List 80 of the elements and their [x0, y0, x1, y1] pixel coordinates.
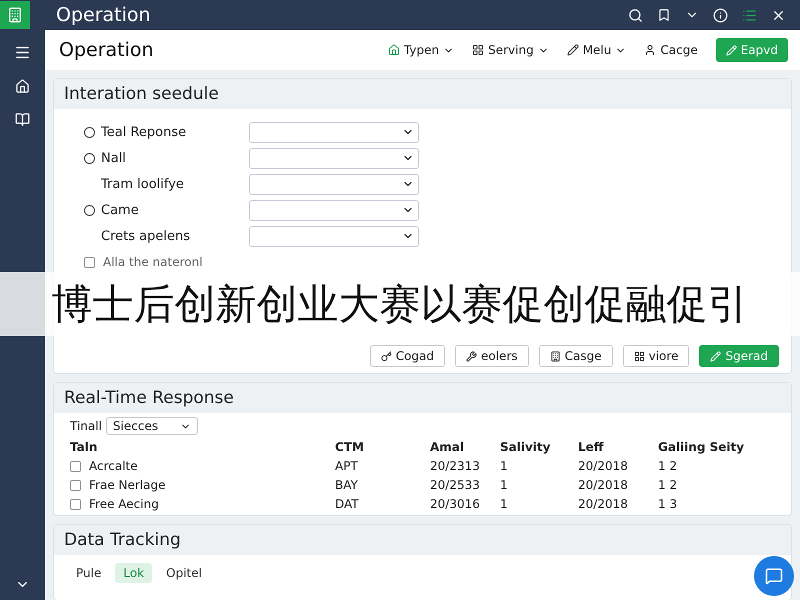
- home-icon[interactable]: [15, 79, 30, 94]
- column-header: CTM: [335, 440, 365, 454]
- toolbar-button[interactable]: Cogad: [370, 345, 445, 367]
- table-cell-text: 20/2018: [578, 497, 629, 511]
- table-cell-text: 1 2: [658, 478, 678, 492]
- table-cell-text: 20/3016: [430, 497, 481, 511]
- dropdown-field[interactable]: [249, 226, 419, 246]
- row-checkbox[interactable]: [70, 460, 81, 472]
- filter-dropdown[interactable]: Siecces: [106, 417, 198, 435]
- book-icon[interactable]: [15, 112, 30, 127]
- filter-label: Tinall: [70, 419, 102, 433]
- window-title: Operation: [56, 4, 152, 26]
- section-title: Data Tracking: [54, 525, 791, 555]
- checkbox[interactable]: [84, 256, 95, 268]
- column-header: Taln: [70, 440, 98, 454]
- table-cell-text: 1 2: [658, 459, 678, 473]
- menu-icon[interactable]: [14, 44, 31, 61]
- logo-icon: [0, 1, 30, 29]
- chat-icon: [765, 567, 783, 585]
- bookmark-icon[interactable]: [657, 8, 671, 22]
- table-cell-text: 20/2533: [430, 478, 481, 492]
- field-label: Teal Reponse: [101, 124, 186, 140]
- dropdown-field[interactable]: [249, 148, 419, 168]
- field-label: Crets apelens: [101, 228, 190, 244]
- header-link[interactable]: Cacge: [644, 43, 698, 57]
- pencil-icon: [726, 44, 737, 56]
- table-cell: Frae Nerlage: [89, 478, 166, 492]
- table-cell-text: DAT: [335, 497, 360, 511]
- table-cell-text: 1 3: [658, 497, 678, 511]
- toolbar-button[interactable]: eolers: [455, 345, 529, 367]
- dropdown-field[interactable]: [249, 200, 419, 220]
- grid-icon: [472, 44, 484, 56]
- table-cell: Acrcalte: [89, 459, 138, 473]
- dropdown-field[interactable]: [249, 174, 419, 194]
- table-cell: Free Aecing: [89, 497, 159, 511]
- toolbar-button[interactable]: Casge: [538, 345, 613, 367]
- column-header: Amal: [430, 440, 466, 454]
- section-title: Interation seedule: [54, 79, 791, 109]
- field-label: Nall: [101, 150, 126, 166]
- radio-button[interactable]: [84, 204, 95, 216]
- wrench-icon: [466, 350, 477, 362]
- pencil-icon: [710, 350, 722, 362]
- menu-dropdown[interactable]: Melu: [566, 43, 626, 57]
- key-icon: [380, 350, 392, 362]
- row-checkbox[interactable]: [70, 498, 81, 510]
- caption-banner: 博士后创新创业大赛以赛促创促融促引: [0, 272, 800, 336]
- info-icon[interactable]: [713, 8, 728, 22]
- table-cell-text: BAY: [335, 478, 359, 492]
- grid-icon: [634, 350, 645, 362]
- section-title: Real-Time Response: [54, 383, 791, 413]
- table-cell-text: 1: [500, 459, 509, 473]
- table-cell-text: 1: [500, 478, 509, 492]
- menu-dropdown[interactable]: Typen: [388, 43, 454, 57]
- radio-button[interactable]: [84, 126, 95, 138]
- radio-button[interactable]: [84, 152, 95, 164]
- building-icon: [550, 350, 561, 362]
- toolbar-button[interactable]: viore: [622, 345, 690, 367]
- checkbox-label: Alla the nateronl: [103, 255, 203, 269]
- tab[interactable]: Lok: [115, 563, 152, 583]
- column-header: Galiing Seity: [658, 440, 746, 454]
- table-cell-text: 20/2313: [430, 459, 481, 473]
- field-label: Tram loolifye: [101, 176, 184, 192]
- search-icon[interactable]: [628, 8, 643, 22]
- menu-dropdown[interactable]: Serving: [472, 43, 549, 57]
- column-header: Salivity: [500, 440, 552, 454]
- table-cell-text: APT: [335, 459, 359, 473]
- pencil-icon: [566, 44, 579, 56]
- table-cell-text: 20/2018: [578, 459, 629, 473]
- tab[interactable]: Pule: [68, 563, 110, 583]
- table-cell-text: 20/2018: [578, 478, 629, 492]
- field-label: Came: [101, 202, 139, 218]
- dropdown-field[interactable]: [249, 122, 419, 142]
- user-icon: [644, 44, 656, 56]
- column-header: Leff: [578, 440, 605, 454]
- tab[interactable]: Opitel: [158, 563, 210, 583]
- row-checkbox[interactable]: [70, 480, 81, 490]
- home-icon: [388, 44, 400, 56]
- list-icon[interactable]: [742, 8, 757, 22]
- table-cell-text: 1: [500, 497, 509, 511]
- page-title: Operation: [59, 39, 155, 61]
